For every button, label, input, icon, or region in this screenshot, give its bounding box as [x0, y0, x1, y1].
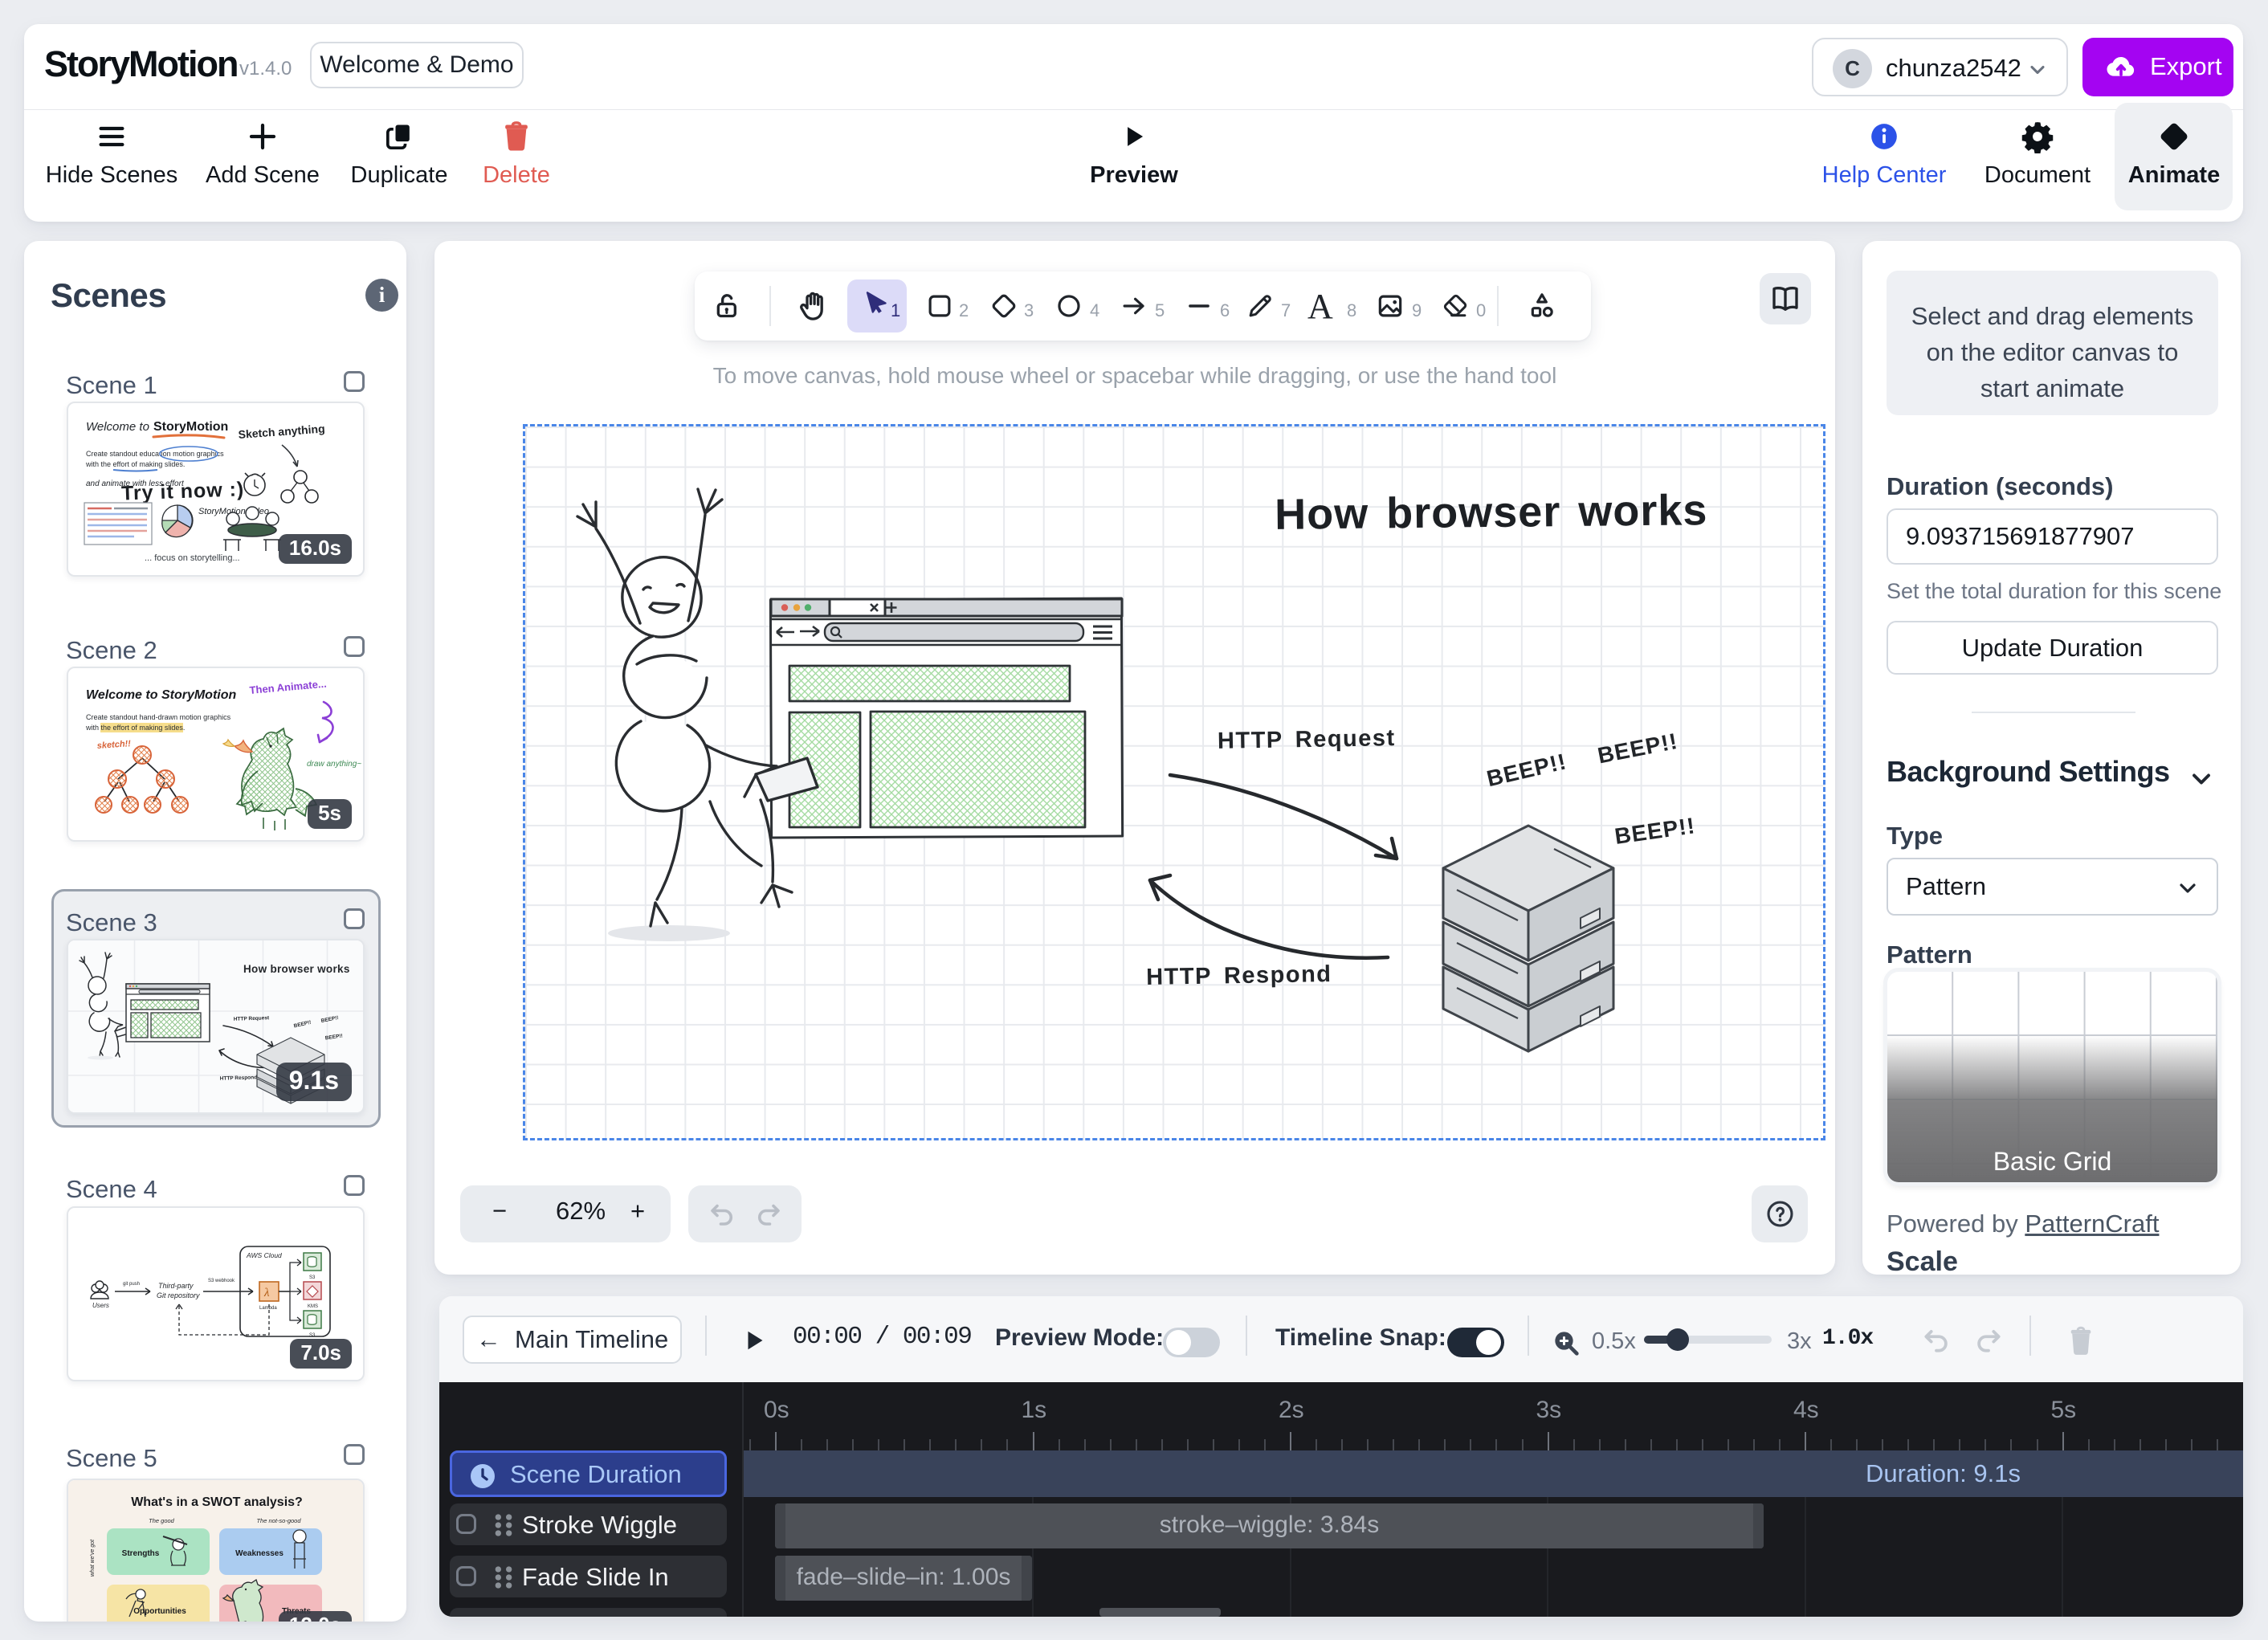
svg-text:Welcome to StoryMotion: Welcome to StoryMotion — [86, 688, 236, 702]
svg-text:BEEP!!: BEEP!! — [1596, 728, 1680, 769]
svg-text:The good: The good — [149, 1517, 175, 1524]
svg-text:How browser works: How browser works — [1275, 486, 1708, 539]
svg-text:The not-so-good: The not-so-good — [256, 1517, 301, 1524]
svg-text:Opportunities: Opportunities — [133, 1607, 186, 1616]
svg-text:Users: Users — [92, 1302, 109, 1309]
svg-text:... focus on storytelling...: ... focus on storytelling... — [145, 553, 240, 563]
svg-text:S3 webhook: S3 webhook — [208, 1279, 235, 1283]
svg-text:Welcome to: Welcome to — [86, 420, 149, 434]
svg-text:Strengths: Strengths — [122, 1549, 160, 1558]
svg-text:with the effort of making slid: with the effort of making slides. — [85, 724, 185, 732]
svg-text:Create standout hand-drawn mot: Create standout hand-drawn motion graphi… — [86, 713, 231, 721]
svg-text:git push: git push — [123, 1282, 140, 1287]
svg-text:sketch!!: sketch!! — [96, 739, 131, 751]
svg-text:What's in a SWOT analysis?: What's in a SWOT analysis? — [131, 1495, 303, 1509]
svg-text:Create standout education moti: Create standout education motion graphic… — [86, 450, 224, 458]
svg-text:StoryMotion: StoryMotion — [153, 420, 228, 434]
svg-text:KMS: KMS — [308, 1304, 318, 1309]
svg-text:HTTP Respond: HTTP Respond — [1146, 961, 1332, 990]
svg-text:Lambda: Lambda — [259, 1306, 277, 1311]
svg-text:AWS Cloud: AWS Cloud — [246, 1251, 282, 1259]
svg-text:S3: S3 — [309, 1333, 316, 1338]
svg-text:BEEP!!: BEEP!! — [1613, 813, 1697, 849]
svg-text:Third-party: Third-party — [158, 1282, 194, 1290]
svg-text:HTTP Request: HTTP Request — [1218, 725, 1396, 754]
svg-text:Sketch anything: Sketch anything — [238, 422, 325, 441]
svg-text:Git repository: Git repository — [157, 1291, 200, 1299]
svg-text:BEEP!!: BEEP!! — [1484, 749, 1568, 791]
svg-text:λ: λ — [263, 1287, 270, 1299]
svg-text:draw anything~: draw anything~ — [307, 760, 361, 769]
svg-text:what we've got: what we've got — [90, 1539, 96, 1577]
svg-text:S3: S3 — [309, 1275, 316, 1280]
svg-text:Then Animate...: Then Animate... — [249, 678, 327, 696]
svg-text:How browser works: How browser works — [243, 963, 350, 975]
svg-text:Weaknesses: Weaknesses — [235, 1549, 284, 1558]
svg-text:with the effort of making slid: with the effort of making slides. — [85, 460, 185, 468]
svg-text:Try it now :): Try it now :) — [121, 478, 245, 504]
